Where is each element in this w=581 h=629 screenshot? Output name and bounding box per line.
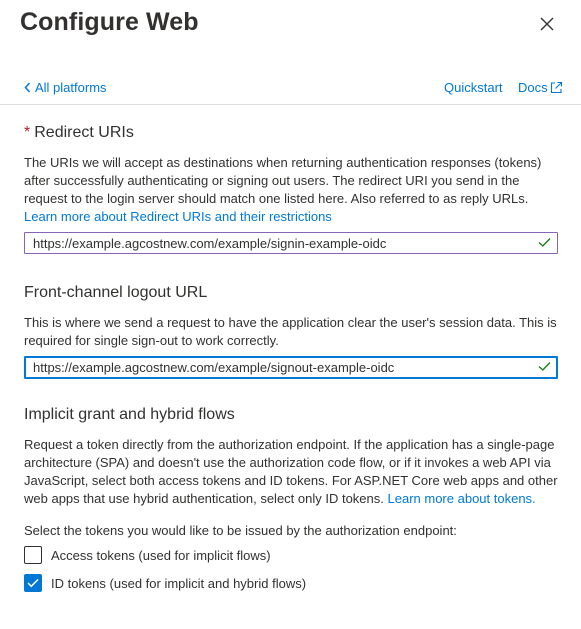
tokens-prompt: Select the tokens you would like to be i… — [24, 523, 457, 538]
front-channel-logout-input[interactable]: https://example.agcostnew.com/example/si… — [24, 356, 558, 379]
redirect-uris-description-text: The URIs we will accept as destinations … — [24, 155, 542, 206]
checkmark-icon — [538, 238, 551, 247]
docs-label: Docs — [518, 80, 548, 95]
learn-more-redirect-uris-link[interactable]: Learn more about Redirect URIs and their… — [24, 209, 332, 224]
checkmark-icon — [538, 362, 551, 371]
all-platforms-label: All platforms — [35, 80, 107, 95]
id-tokens-label: ID tokens (used for implicit and hybrid … — [51, 575, 307, 591]
access-tokens-option[interactable]: Access tokens (used for implicit flows) — [24, 546, 271, 564]
access-tokens-checkbox[interactable] — [24, 546, 42, 564]
redirect-uri-input[interactable]: https://example.agcostnew.com/example/si… — [24, 232, 558, 254]
external-link-icon — [550, 81, 562, 94]
id-tokens-option[interactable]: ID tokens (used for implicit and hybrid … — [24, 574, 306, 592]
redirect-uris-description: The URIs we will accept as destinations … — [24, 154, 560, 226]
page-title: Configure Web — [20, 8, 199, 36]
quickstart-link[interactable]: Quickstart — [444, 80, 503, 95]
logout-url-value: https://example.agcostnew.com/example/si… — [33, 360, 395, 375]
learn-more-tokens-link[interactable]: Learn more about tokens. — [388, 491, 536, 506]
close-icon — [540, 17, 554, 31]
front-channel-logout-description: This is where we send a request to have … — [24, 315, 557, 348]
implicit-grant-heading: Implicit grant and hybrid flows — [24, 406, 235, 423]
close-button[interactable] — [536, 13, 558, 35]
checkmark-icon — [27, 578, 39, 588]
front-channel-logout-heading: Front-channel logout URL — [24, 284, 208, 301]
navigation-bar: All platforms Quickstart Docs — [0, 76, 581, 105]
access-tokens-label: Access tokens (used for implicit flows) — [51, 547, 271, 563]
chevron-left-icon — [24, 82, 31, 93]
all-platforms-link[interactable]: All platforms — [24, 80, 107, 95]
redirect-uri-value: https://example.agcostnew.com/example/si… — [33, 236, 387, 251]
id-tokens-checkbox[interactable] — [24, 574, 42, 592]
implicit-grant-description: Request a token directly from the author… — [24, 436, 560, 508]
required-marker: * — [24, 124, 31, 141]
docs-link[interactable]: Docs — [518, 80, 563, 95]
redirect-uris-heading: * Redirect URIs — [24, 124, 134, 142]
redirect-uris-title: Redirect URIs — [34, 124, 134, 141]
